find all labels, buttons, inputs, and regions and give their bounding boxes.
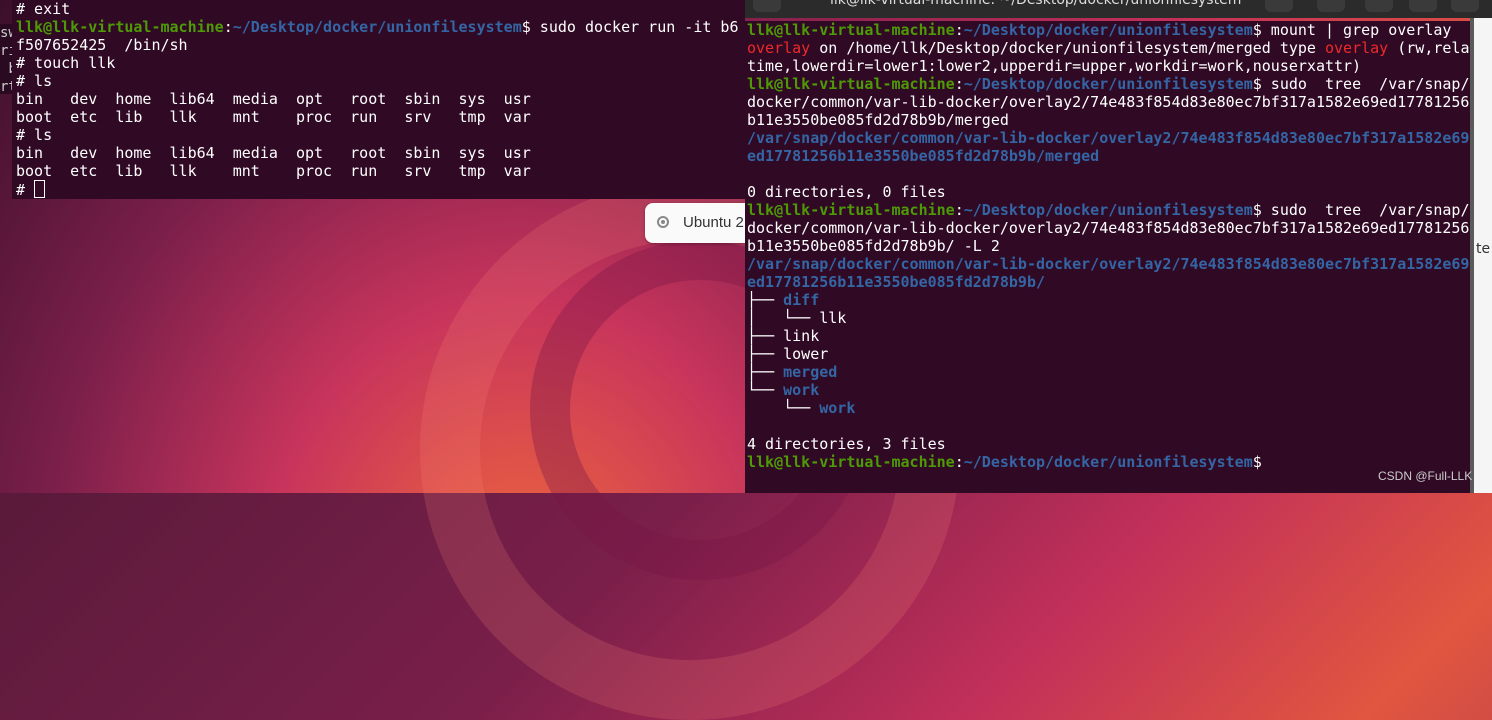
tree-branch: ├── <box>747 291 784 309</box>
prompt-user: llk@llk-virtual-machine <box>747 21 955 39</box>
terminal-input-line[interactable]: # <box>16 180 745 199</box>
right-terminal-window[interactable]: llk@llk-virtual-machine:~/Desktop/docker… <box>745 21 1470 493</box>
prompt-path: ~/Desktop/docker/unionfilesystem <box>232 18 522 36</box>
command-text: sudo tree /var/snap/ <box>1261 201 1470 219</box>
prompt-path: ~/Desktop/docker/unionfilesystem <box>963 201 1253 219</box>
background-window-edge[interactable]: te <box>1474 18 1492 493</box>
tree-file-name: llk <box>819 309 847 327</box>
output-text: on /home/llk/Desktop/docker/unionfilesys… <box>810 39 1325 57</box>
terminal-command-continuation: docker/common/var-lib-docker/overlay2/74… <box>747 219 1470 237</box>
tree-entry: │ └── llk <box>747 309 1470 327</box>
terminal-line: # ls <box>16 126 53 144</box>
terminal-command-line: llk@llk-virtual-machine:~/Desktop/docker… <box>747 75 1470 93</box>
tree-entry: ├── lower <box>747 345 1470 363</box>
tree-file-name: link <box>783 327 820 345</box>
minimize-button[interactable] <box>1365 0 1393 12</box>
prompt-path: ~/Desktop/docker/unionfilesystem <box>963 21 1253 39</box>
terminal-line: f507652425 /bin/sh <box>16 36 188 54</box>
terminal-line: # touch llk <box>16 54 116 72</box>
terminal-output-line: time,lowerdir=lower1:lower2,upperdir=upp… <box>747 57 1362 75</box>
maximize-button[interactable] <box>1409 0 1437 12</box>
disc-icon <box>657 216 669 228</box>
tree-root-path: ed17781256b11e3550be085fd2d78b9b/ <box>747 273 1046 291</box>
command-text: sudo tree /var/snap/ <box>1261 75 1470 93</box>
terminal-output-line: overlay on /home/llk/Desktop/docker/unio… <box>747 39 1470 57</box>
window-title: llk@llk-virtual-machine: ~/Desktop/docke… <box>830 0 1242 8</box>
prompt-path: ~/Desktop/docker/unionfilesystem <box>963 453 1253 471</box>
tree-entry: ├── merged <box>747 363 1470 381</box>
tree-dir-name: merged <box>783 363 838 381</box>
tree-entry: ├── diff <box>747 291 1470 309</box>
tree-branch: ├── <box>747 363 784 381</box>
terminal-input-line[interactable]: llk@llk-virtual-machine:~/Desktop/docker… <box>747 453 1470 471</box>
command-text: sudo docker run -it b6 <box>530 18 739 36</box>
prompt-user: llk@llk-virtual-machine <box>747 453 955 471</box>
tree-branch: ├── <box>747 327 784 345</box>
command-text: mount | grep overlay <box>1261 21 1452 39</box>
terminal-line: bin dev home lib64 media opt root sbin s… <box>16 144 531 162</box>
watermark: CSDN @Full-LLK <box>1378 469 1473 483</box>
tree-entry: └── work <box>747 399 1470 417</box>
prompt-user: llk@llk-virtual-machine <box>747 201 955 219</box>
tree-branch: │ └── <box>747 309 820 327</box>
match-highlight: overlay <box>1324 39 1389 57</box>
tree-branch: ├── <box>747 345 784 363</box>
prompt-user: llk@llk-virtual-machine <box>747 75 955 93</box>
tree-dir-name: diff <box>783 291 820 309</box>
notification-popup[interactable]: Ubuntu 2 <box>645 203 745 243</box>
tree-root-path: /var/snap/docker/common/var-lib-docker/o… <box>747 255 1470 273</box>
tree-summary: 4 directories, 3 files <box>747 435 946 453</box>
close-button[interactable] <box>1451 0 1479 12</box>
terminal-command-line: llk@llk-virtual-machine:~/Desktop/docker… <box>747 21 1452 39</box>
terminal-line: # ls <box>16 72 53 90</box>
background-text: te <box>1476 241 1491 257</box>
terminal-line: boot etc lib llk mnt proc run srv tmp va… <box>16 162 531 180</box>
match-highlight: overlay <box>747 39 811 57</box>
terminal-line: bin dev home lib64 media opt root sbin s… <box>16 90 531 108</box>
tree-entry: ├── link <box>747 327 1470 345</box>
terminal-line: boot etc lib llk mnt proc run srv tmp va… <box>16 108 531 126</box>
tree-root-path: ed17781256b11e3550be085fd2d78b9b/merged <box>747 147 1100 165</box>
tree-branch: └── <box>747 399 820 417</box>
shell-prompt: # <box>16 181 35 199</box>
output-text: (rw,rela <box>1388 39 1470 57</box>
terminal-command-line: llk@llk-virtual-machine:~/Desktop/docker… <box>16 18 739 36</box>
tree-file-name: lower <box>783 345 829 363</box>
terminal-command-continuation: b11e3550be085fd2d78b9b/ -L 2 <box>747 237 1000 255</box>
right-terminal-titlebar[interactable]: llk@llk-virtual-machine: ~/Desktop/docke… <box>745 0 1492 18</box>
search-button[interactable] <box>1265 0 1293 12</box>
new-tab-button[interactable] <box>753 0 781 12</box>
prompt-user: llk@llk-virtual-machine <box>16 18 224 36</box>
terminal-command-continuation: docker/common/var-lib-docker/overlay2/74… <box>747 93 1470 111</box>
prompt-path: ~/Desktop/docker/unionfilesystem <box>963 75 1253 93</box>
text-cursor <box>34 180 46 198</box>
tree-dir-name: work <box>819 399 856 417</box>
notification-label: Ubuntu 2 <box>683 214 744 231</box>
tree-dir-name: work <box>783 381 820 399</box>
tree-entry: └── work <box>747 381 1470 399</box>
left-terminal-window[interactable]: # exit llk@llk-virtual-machine:~/Desktop… <box>12 0 745 199</box>
tree-branch: └── <box>747 381 784 399</box>
terminal-command-line: llk@llk-virtual-machine:~/Desktop/docker… <box>747 201 1470 219</box>
terminal-command-continuation: b11e3550be085fd2d78b9b/merged <box>747 111 1009 129</box>
terminal-line: # exit <box>16 0 71 18</box>
tree-summary: 0 directories, 0 files <box>747 183 946 201</box>
tree-root-path: /var/snap/docker/common/var-lib-docker/o… <box>747 129 1470 147</box>
menu-button[interactable] <box>1317 0 1345 12</box>
